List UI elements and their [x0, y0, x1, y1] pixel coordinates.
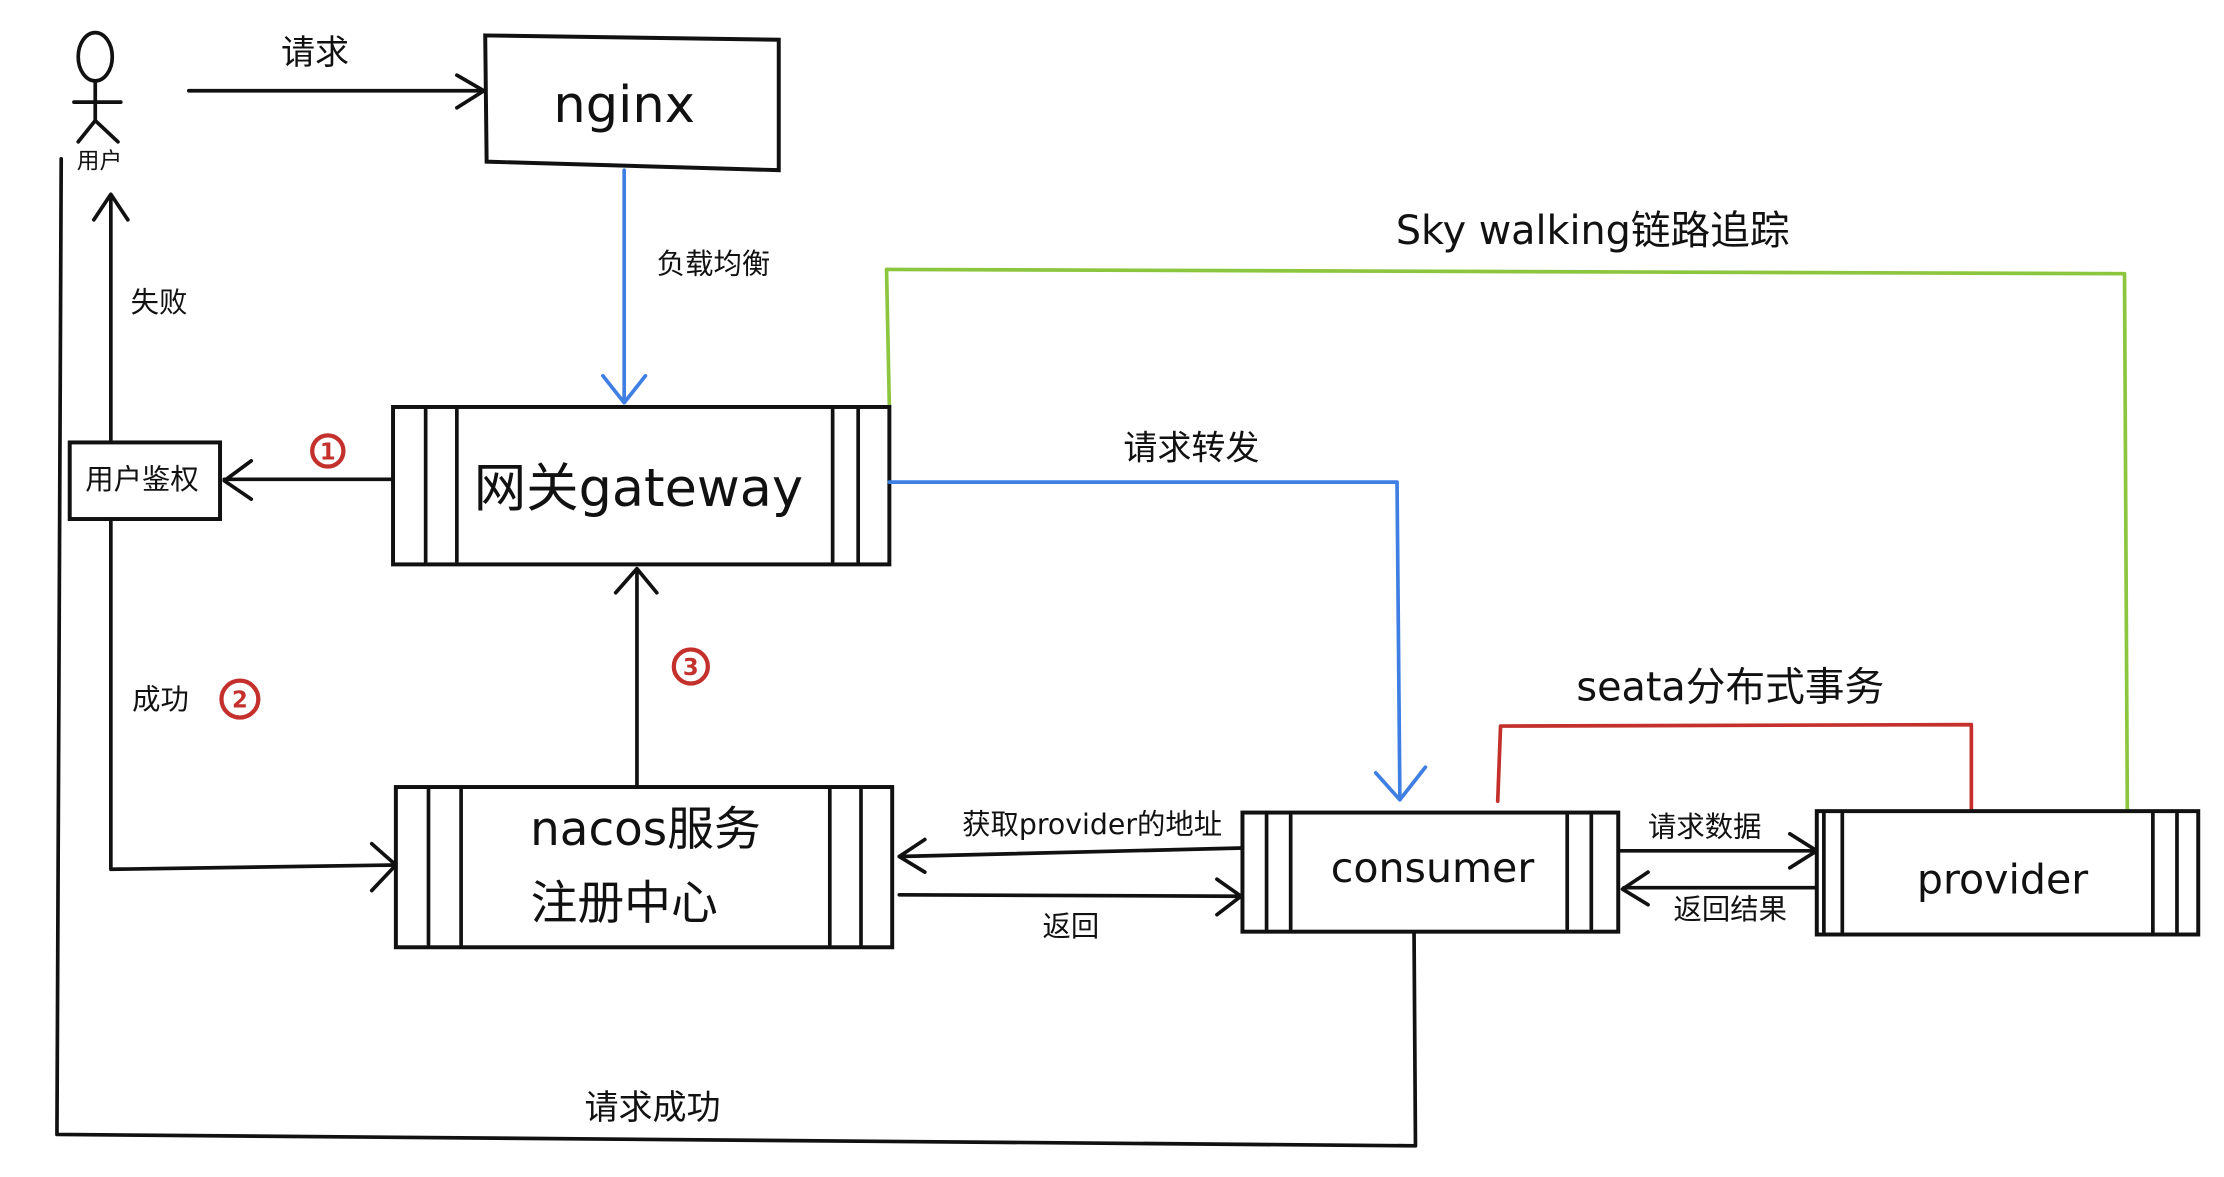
step-number: 2	[232, 688, 248, 714]
node-nginx: nginx	[483, 33, 781, 173]
edge-gateway-to-consumer: 请求转发	[887, 428, 1428, 802]
edge-consumer-to-nacos: 获取provider的地址	[897, 808, 1245, 874]
edge-consumer-to-provider: 请求数据	[1619, 811, 1819, 870]
edge-label-get-address: 获取provider的地址	[962, 808, 1222, 841]
edge-label-request-data: 请求数据	[1648, 811, 1761, 844]
edge-auth-success-to-nacos: 成功 2	[108, 517, 398, 893]
step-marker-2: 2	[219, 678, 261, 720]
nacos-label-line1: nacos服务	[530, 803, 761, 857]
user-label: 用户	[77, 149, 122, 175]
edge-line	[897, 892, 1242, 899]
skywalking-trace: Sky walking链路追踪	[884, 208, 2130, 813]
user-actor: 用户	[72, 30, 123, 175]
edge-label-return: 返回	[1043, 910, 1100, 943]
node-auth: 用户鉴权	[67, 440, 223, 521]
step-number: 3	[683, 655, 699, 681]
step-marker-3: 3	[671, 647, 710, 686]
seata-line	[1495, 722, 1974, 813]
edge-line	[897, 846, 1245, 859]
skywalking-line	[884, 267, 2130, 813]
gateway-label: 网关gateway	[474, 458, 803, 519]
edge-label-load-balance: 负载均衡	[657, 248, 770, 281]
step-number: 1	[320, 439, 336, 465]
step-marker-1: 1	[310, 433, 346, 469]
edge-line	[55, 156, 1418, 1148]
edge-label-fail: 失败	[131, 286, 188, 319]
edge-auth-fail-to-user: 失败	[91, 192, 188, 442]
seata-label: seata分布式事务	[1576, 665, 1884, 711]
edge-gateway-to-auth: 1	[222, 433, 395, 502]
node-provider: provider	[1814, 809, 2201, 937]
edge-label-forward: 请求转发	[1123, 428, 1259, 468]
edge-user-to-nginx: 请求	[186, 33, 486, 110]
architecture-diagram: 用户 请求 nginx 负载均衡 Sky walking链路追踪 网关gatew…	[55, 30, 2201, 1148]
seata-transaction: seata分布式事务	[1495, 665, 1974, 813]
auth-label: 用户鉴权	[85, 463, 198, 496]
edge-label-request: 请求	[281, 33, 349, 73]
edge-label-request-success: 请求成功	[585, 1088, 721, 1128]
edge-label-return-result: 返回结果	[1674, 893, 1787, 926]
node-nacos: nacos服务 注册中心	[393, 785, 895, 950]
edge-consumer-success-to-user: 请求成功	[55, 156, 1418, 1148]
node-gateway: 网关gateway	[391, 405, 892, 567]
edge-provider-to-consumer: 返回结果	[1620, 870, 1819, 926]
edge-nacos-to-consumer: 返回	[897, 877, 1243, 943]
skywalking-label: Sky walking链路追踪	[1396, 208, 1790, 254]
nginx-label: nginx	[553, 76, 695, 135]
nacos-label-line2: 注册中心	[531, 877, 718, 931]
edge-nginx-to-gateway: 负载均衡	[601, 168, 770, 405]
edge-line	[887, 480, 1402, 801]
user-stick-figure-icon	[72, 30, 123, 144]
edge-nacos-to-gateway: 3	[613, 566, 710, 789]
consumer-label: consumer	[1331, 844, 1535, 892]
edge-label-success: 成功	[132, 683, 189, 716]
node-consumer: consumer	[1240, 810, 1621, 934]
provider-label: provider	[1917, 855, 2088, 903]
